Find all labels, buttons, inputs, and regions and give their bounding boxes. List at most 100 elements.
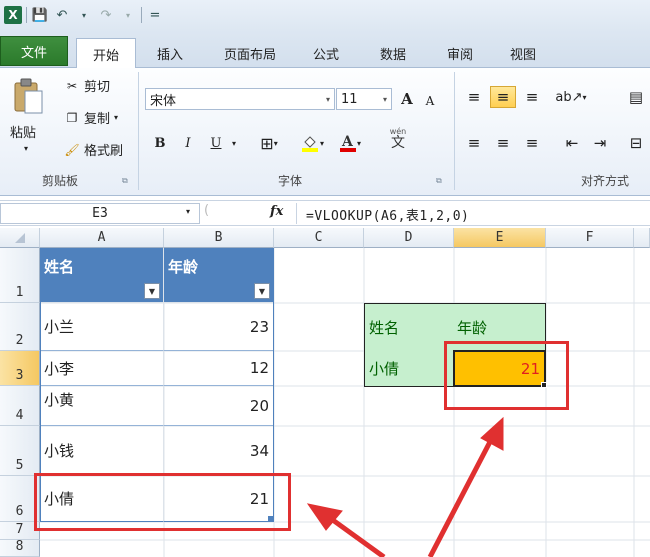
chevron-down-icon[interactable]: ▾: [186, 207, 190, 216]
tab-insert[interactable]: 插入: [150, 38, 190, 68]
row-header-7[interactable]: 7: [0, 522, 40, 540]
formula-bar-grip-icon: (: [204, 203, 210, 218]
font-name-combo[interactable]: 宋体 ▾: [145, 88, 335, 110]
name-box[interactable]: E3: [0, 203, 200, 224]
group-separator: [454, 72, 455, 190]
column-header-a[interactable]: A: [40, 228, 164, 248]
row-header-5[interactable]: 5: [0, 426, 40, 476]
table-row-3-age[interactable]: 20: [164, 386, 274, 426]
insert-function-icon[interactable]: fx: [270, 204, 283, 219]
brush-icon: 🖌: [64, 142, 80, 157]
scissors-icon: ✂: [66, 78, 78, 93]
fill-color-button[interactable]: ▾: [296, 132, 328, 154]
table-header-name[interactable]: 姓名 ▼: [40, 248, 164, 303]
fill-handle[interactable]: [541, 382, 547, 388]
select-all-corner[interactable]: [0, 228, 40, 248]
ribbon-home: 粘贴 ▾ ✂ 剪切 ❐ 复制 ▾ 🖌 格式刷 剪贴板 ⧉ 宋体 ▾ 11 ▾ A…: [0, 68, 650, 196]
undo-dropdown-icon[interactable]: ▾: [75, 6, 93, 24]
cut-button[interactable]: ✂ 剪切: [64, 76, 110, 96]
italic-button[interactable]: I: [178, 132, 198, 154]
phonetic-button[interactable]: wén 文: [378, 128, 418, 151]
border-button[interactable]: ⊞ ▾: [256, 132, 282, 154]
tab-formulas[interactable]: 公式: [306, 38, 346, 68]
tab-page-layout[interactable]: 页面布局: [212, 38, 288, 68]
align-left-button[interactable]: ≡: [462, 132, 486, 154]
copy-icon: ❐: [66, 110, 78, 125]
table-row-5-age[interactable]: 21: [164, 476, 274, 522]
column-header-f[interactable]: F: [546, 228, 634, 248]
paste-label[interactable]: 粘贴: [10, 122, 36, 141]
lookup-label-name[interactable]: 姓名: [364, 303, 454, 351]
increase-indent-button[interactable]: ⇥: [588, 132, 612, 154]
svg-text:A: A: [341, 134, 354, 150]
font-launcher-icon[interactable]: ⧉: [436, 176, 442, 186]
align-center-button[interactable]: ≡: [490, 132, 516, 154]
column-header-g[interactable]: [634, 228, 650, 248]
copy-button[interactable]: ❐ 复制 ▾: [64, 108, 118, 128]
row-header-3[interactable]: 3: [0, 351, 40, 386]
lookup-key-cell[interactable]: 小倩: [364, 350, 454, 387]
table-row-4-name[interactable]: 小钱: [40, 426, 164, 476]
formula-divider: [296, 203, 297, 224]
align-top-button[interactable]: ≡: [462, 86, 486, 108]
wrap-text-button[interactable]: ▤: [626, 86, 646, 108]
quick-access-toolbar: X 💾 ↶ ▾ ↷ ▾ =: [0, 0, 650, 30]
tab-view[interactable]: 视图: [503, 38, 543, 68]
table-row-3-name[interactable]: 小黄: [40, 386, 164, 426]
align-bottom-button[interactable]: ≡: [520, 86, 544, 108]
undo-icon[interactable]: ↶: [53, 6, 71, 24]
merge-center-button[interactable]: ⊟: [626, 132, 646, 154]
excel-logo-icon[interactable]: X: [4, 6, 22, 24]
align-middle-button[interactable]: ≡: [490, 86, 516, 108]
table-row-2-name[interactable]: 小李: [40, 351, 164, 386]
row-header-8[interactable]: 8: [0, 539, 40, 557]
ribbon-tabs: 文件 开始 插入 页面布局 公式 数据 审阅 视图: [0, 30, 650, 69]
column-header-b[interactable]: B: [164, 228, 274, 248]
decrease-indent-button[interactable]: ⇤: [560, 132, 584, 154]
font-color-icon: A: [339, 134, 356, 152]
table-row-1-name[interactable]: 小兰: [40, 303, 164, 351]
row-header-1[interactable]: 1: [0, 248, 40, 303]
grow-font-button[interactable]: A: [396, 88, 418, 110]
underline-dropdown-icon[interactable]: ▾: [228, 132, 240, 154]
column-header-d[interactable]: D: [364, 228, 454, 248]
column-header-c[interactable]: C: [274, 228, 364, 248]
row-header-4[interactable]: 4: [0, 386, 40, 426]
table-resize-handle[interactable]: [268, 516, 273, 521]
filter-dropdown-icon[interactable]: ▼: [144, 283, 160, 299]
tab-home[interactable]: 开始: [76, 38, 136, 69]
table-row-5-name[interactable]: 小倩: [40, 476, 164, 522]
tab-data[interactable]: 数据: [373, 38, 413, 68]
underline-button[interactable]: U: [206, 132, 226, 154]
paste-dropdown-icon[interactable]: ▾: [24, 144, 28, 153]
redo-dropdown-icon[interactable]: ▾: [119, 6, 137, 24]
row-header-2[interactable]: 2: [0, 303, 40, 351]
tab-review[interactable]: 审阅: [440, 38, 480, 68]
format-painter-button[interactable]: 🖌 格式刷: [64, 140, 123, 160]
table-row-4-age[interactable]: 34: [164, 426, 274, 476]
clipboard-launcher-icon[interactable]: ⧉: [122, 176, 128, 186]
font-color-button[interactable]: A ▾: [334, 132, 366, 154]
filter-dropdown-icon[interactable]: ▼: [254, 283, 270, 299]
column-header-e[interactable]: E: [454, 228, 546, 248]
save-icon[interactable]: 💾: [31, 6, 49, 24]
paste-button[interactable]: [6, 76, 50, 116]
table-row-2-age[interactable]: 12: [164, 351, 274, 386]
worksheet-grid[interactable]: A B C D E F 1 2 3 4 5 6 7 8 姓名 ▼ 年龄 ▼ 小兰…: [0, 228, 650, 557]
table-header-age[interactable]: 年龄 ▼: [164, 248, 274, 303]
customize-toolbar-icon[interactable]: =: [146, 6, 164, 24]
bold-button[interactable]: B: [150, 132, 170, 154]
font-size-combo[interactable]: 11 ▾: [336, 88, 392, 110]
tab-file[interactable]: 文件: [0, 36, 68, 66]
row-header-6[interactable]: 6: [0, 476, 40, 522]
lookup-label-age[interactable]: 年龄: [453, 303, 546, 351]
redo-icon[interactable]: ↷: [97, 6, 115, 24]
formula-bar: E3 ▾ ( fx =VLOOKUP(A6,表1,2,0): [0, 200, 650, 226]
toolbar-separator: [141, 7, 142, 23]
table-row-1-age[interactable]: 23: [164, 303, 274, 351]
orientation-button[interactable]: ab↗ ▾: [554, 86, 588, 108]
align-right-button[interactable]: ≡: [520, 132, 544, 154]
lookup-result-cell-e3[interactable]: 21: [453, 350, 546, 387]
shrink-font-button[interactable]: A: [420, 90, 440, 112]
formula-input[interactable]: =VLOOKUP(A6,表1,2,0): [306, 205, 469, 224]
